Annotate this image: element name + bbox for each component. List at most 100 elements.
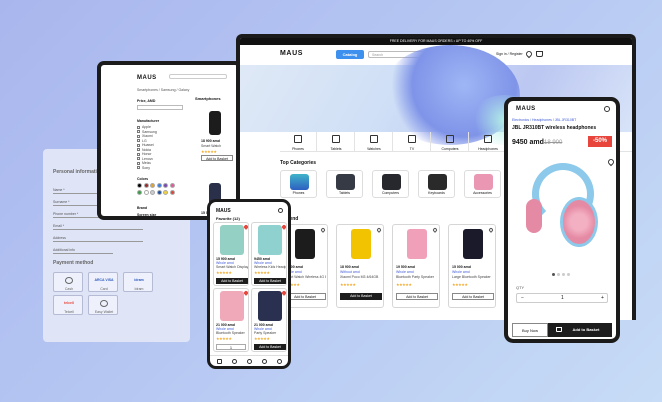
favorite-card[interactable]: 9450 amdWhole amdWireless Kids Headphone… (251, 222, 287, 286)
color-swatch[interactable] (150, 189, 155, 195)
color-swatch[interactable] (143, 189, 149, 195)
heart-icon[interactable] (432, 227, 438, 233)
minus-button[interactable]: − (521, 295, 524, 301)
filter-checkbox[interactable] (137, 157, 140, 160)
filter-checkbox[interactable] (137, 125, 140, 129)
form-field[interactable]: Additional info (53, 247, 113, 254)
user-icon[interactable] (277, 359, 282, 364)
add-to-basket-button[interactable]: Add to Basket (254, 344, 286, 350)
filter-checkbox[interactable] (137, 130, 140, 133)
nav-tablets[interactable]: Tablets (318, 132, 355, 152)
filter-title[interactable]: Screen size (137, 213, 187, 216)
color-swatch[interactable] (137, 183, 142, 188)
category-card[interactable]: Keyboards (418, 170, 455, 198)
payment-option[interactable]: idram Idram (123, 272, 153, 292)
breadcrumb: Smartphones / Samsung / Galaxy (137, 88, 190, 92)
add-to-basket-button[interactable]: Add to Basket (201, 155, 233, 161)
payment-option[interactable]: Cash (53, 272, 83, 292)
color-swatch[interactable] (163, 183, 168, 188)
payment-option[interactable]: telcell Telcell (53, 295, 83, 315)
heart-filled-icon[interactable] (281, 224, 286, 230)
category-card[interactable]: Tablets (326, 170, 363, 198)
category-card[interactable]: Computers (372, 170, 409, 198)
dot[interactable] (562, 273, 565, 276)
heart-filled-icon[interactable] (243, 224, 248, 230)
heart-icon[interactable] (247, 359, 252, 364)
color-swatch[interactable] (137, 189, 142, 195)
product-title: JBL JR310BT wireless headphones (512, 125, 597, 131)
add-to-basket-button[interactable]: Add to Basket (452, 293, 494, 300)
nav-headphones[interactable]: Headphones (470, 132, 507, 152)
tablet-search[interactable] (169, 74, 227, 79)
brand-logo: MAUS (516, 106, 536, 112)
category-image (336, 174, 355, 190)
filter-checkbox[interactable] (137, 161, 140, 165)
product-name[interactable]: Smart Watch (201, 144, 235, 148)
color-swatch[interactable] (163, 189, 168, 195)
search-icon[interactable] (604, 106, 610, 112)
catalog-button[interactable]: Catalog (336, 50, 364, 59)
product-card[interactable]: 18 900 amd Without amd Xiaomi Poco M3 4/64… (336, 224, 384, 308)
product-rating: ★★★★★ (254, 270, 270, 275)
filter-checkbox[interactable] (137, 139, 140, 142)
product-image (258, 225, 282, 255)
add-to-basket-button[interactable]: Add to Basket (396, 293, 438, 300)
category-card[interactable]: Phones (280, 170, 317, 198)
basket-icon[interactable] (536, 51, 543, 57)
category-card[interactable]: Accessories (464, 170, 501, 198)
nav-tv[interactable]: TV (394, 132, 431, 152)
color-swatch[interactable] (150, 183, 155, 188)
filter-checkbox[interactable] (137, 143, 140, 147)
payment-option[interactable]: ARCA VISA Card (88, 272, 118, 292)
filter-checkbox[interactable] (137, 134, 140, 138)
plus-button[interactable]: + (601, 295, 604, 301)
filter-checkbox[interactable] (137, 152, 140, 156)
product-image[interactable] (209, 111, 221, 135)
nav-label: Headphones (478, 146, 498, 151)
filter-title[interactable]: Brand (137, 206, 187, 210)
quantity-stepper[interactable]: − 1 + (516, 293, 608, 303)
color-swatch[interactable] (156, 189, 162, 195)
heart-icon[interactable] (376, 227, 382, 233)
heart-icon[interactable] (488, 227, 494, 233)
color-swatch[interactable] (156, 183, 162, 188)
heart-filled-icon[interactable] (281, 290, 286, 296)
dot[interactable] (552, 273, 555, 276)
basket-icon[interactable] (262, 359, 267, 364)
favorite-card[interactable]: 21 000 amd Whole amd Bluetooth Speaker ★★★★… (213, 288, 249, 352)
search-icon[interactable] (278, 208, 283, 213)
form-field[interactable]: Address (53, 235, 143, 242)
color-swatch[interactable] (169, 189, 175, 195)
catalog-icon[interactable] (232, 359, 237, 364)
filter-title[interactable]: Colors (137, 177, 187, 181)
color-swatch[interactable] (143, 183, 149, 188)
form-field[interactable]: Email * (53, 223, 143, 230)
heart-icon[interactable] (320, 227, 326, 233)
filter-checkbox[interactable] (137, 166, 140, 169)
quantity-stepper[interactable]: 1 (216, 344, 246, 350)
filter-title[interactable]: Price, AMD (137, 99, 187, 103)
nav-phones[interactable]: Phones (280, 132, 317, 152)
dot[interactable] (557, 273, 560, 276)
product-card[interactable]: 19 500 amd Whole amd Bluetooth Party Speak… (392, 224, 440, 308)
favorite-heart-icon[interactable] (606, 157, 616, 167)
home-icon[interactable] (217, 359, 222, 364)
nav-watches[interactable]: Watches (356, 132, 393, 152)
add-to-basket-button[interactable]: Add to Basket (254, 278, 286, 284)
favorite-card[interactable]: 15 900 amdWhole amdSmart Watch Display F… (213, 222, 249, 286)
signin-link[interactable]: Sign in / Register (496, 52, 523, 56)
dot[interactable] (567, 273, 570, 276)
price-range-input[interactable] (137, 105, 183, 110)
favorite-card[interactable]: 21 000 amd Whole amd Party Speaker ★★★★★ Add… (251, 288, 287, 352)
product-card[interactable]: 15 000 amd Whole amd Large Bluetooth Speak… (448, 224, 496, 308)
add-to-basket-button[interactable]: Add to Basket (216, 278, 248, 284)
color-swatch[interactable] (169, 183, 175, 188)
filter-checkbox[interactable] (137, 148, 140, 151)
payment-option[interactable]: Easy Wallet (88, 295, 118, 315)
buy-now-button[interactable]: Buy Now (512, 323, 548, 337)
heart-icon[interactable] (524, 49, 534, 59)
add-to-basket-button[interactable]: Add to Basket (340, 293, 382, 300)
nav-computers[interactable]: Computers (432, 132, 469, 152)
filter-title[interactable]: Manufacturer (137, 119, 187, 123)
heart-filled-icon[interactable] (243, 290, 248, 296)
